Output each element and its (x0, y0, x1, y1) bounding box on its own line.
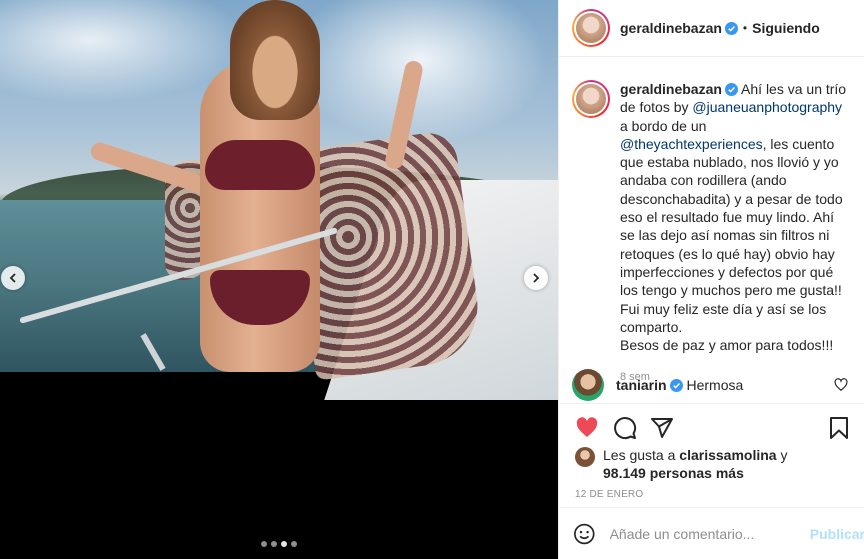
caption-body-2: a bordo de un (620, 117, 707, 134)
caption-line: Fui muy feliz este día y así se los comp… (620, 300, 827, 335)
caption-username[interactable]: geraldinebazan (620, 81, 722, 97)
likes-middle: y (776, 447, 788, 463)
header-username[interactable]: geraldinebazan (620, 20, 722, 36)
post-header: geraldinebazan • Siguiendo (559, 0, 864, 57)
caption-line: Besos de paz y amor para todos!!! (620, 337, 834, 354)
comment-text: taniarin Hermosa (616, 377, 743, 393)
mention-link[interactable]: @theyachtexperiences (620, 136, 763, 152)
header-separator: • (742, 21, 748, 35)
caption-text: geraldinebazan Ahí les va un trío de fot… (620, 80, 852, 387)
comment-body: Hermosa (686, 377, 744, 393)
commenter-username[interactable]: taniarin (616, 377, 667, 393)
avatar[interactable] (572, 9, 610, 47)
likes-text: Les gusta a clarissamolina y 98.149 pers… (603, 446, 787, 482)
comment-row: taniarin Hermosa (572, 368, 857, 402)
post-sidebar: geraldinebazan • Siguiendo geraldinebaza… (558, 0, 864, 559)
chevron-left-icon (9, 273, 16, 283)
verified-badge-icon (724, 21, 738, 35)
verified-badge-icon (724, 83, 738, 96)
add-comment-bar: Publicar (559, 507, 864, 559)
carousel-prev-button[interactable] (1, 266, 25, 290)
likes-summary: Les gusta a clarissamolina y 98.149 pers… (575, 446, 855, 482)
like-heart-icon[interactable] (575, 416, 599, 440)
carousel-dot (261, 541, 267, 547)
follow-status-button[interactable]: Siguiendo (752, 20, 820, 36)
post-caption: geraldinebazan Ahí les va un trío de fot… (572, 80, 857, 387)
emoji-icon[interactable] (573, 522, 596, 546)
post-dialog: geraldinebazan • Siguiendo geraldinebaza… (0, 0, 864, 559)
liker-avatar[interactable] (575, 447, 595, 467)
carousel-next-button[interactable] (524, 266, 548, 290)
likes-count-link[interactable]: 98.149 personas más (603, 465, 744, 481)
comment-icon[interactable] (613, 416, 637, 440)
save-bookmark-icon[interactable] (827, 416, 851, 440)
caption-body-3: , les cuento que estaba nublado, nos llo… (620, 135, 843, 299)
mention-link[interactable]: @juaneuanphotography (692, 99, 842, 115)
share-icon[interactable] (650, 416, 674, 440)
post-date[interactable]: 12 DE ENERO (575, 489, 643, 500)
post-photo[interactable] (0, 0, 558, 400)
comment-input[interactable] (609, 525, 798, 542)
caption-avatar[interactable] (572, 80, 610, 118)
commenter-avatar[interactable] (572, 369, 604, 401)
carousel-dot (271, 541, 277, 547)
carousel-dot-active (281, 541, 287, 547)
likes-prefix: Les gusta a (603, 447, 680, 463)
liker-username[interactable]: clarissamolina (679, 447, 776, 463)
comment-like-icon[interactable] (834, 378, 848, 392)
publish-button[interactable]: Publicar (810, 526, 864, 542)
chevron-right-icon (533, 273, 540, 283)
post-media (0, 0, 558, 559)
verified-badge-icon (669, 379, 683, 392)
carousel-dot (291, 541, 297, 547)
carousel-indicator (0, 541, 558, 547)
